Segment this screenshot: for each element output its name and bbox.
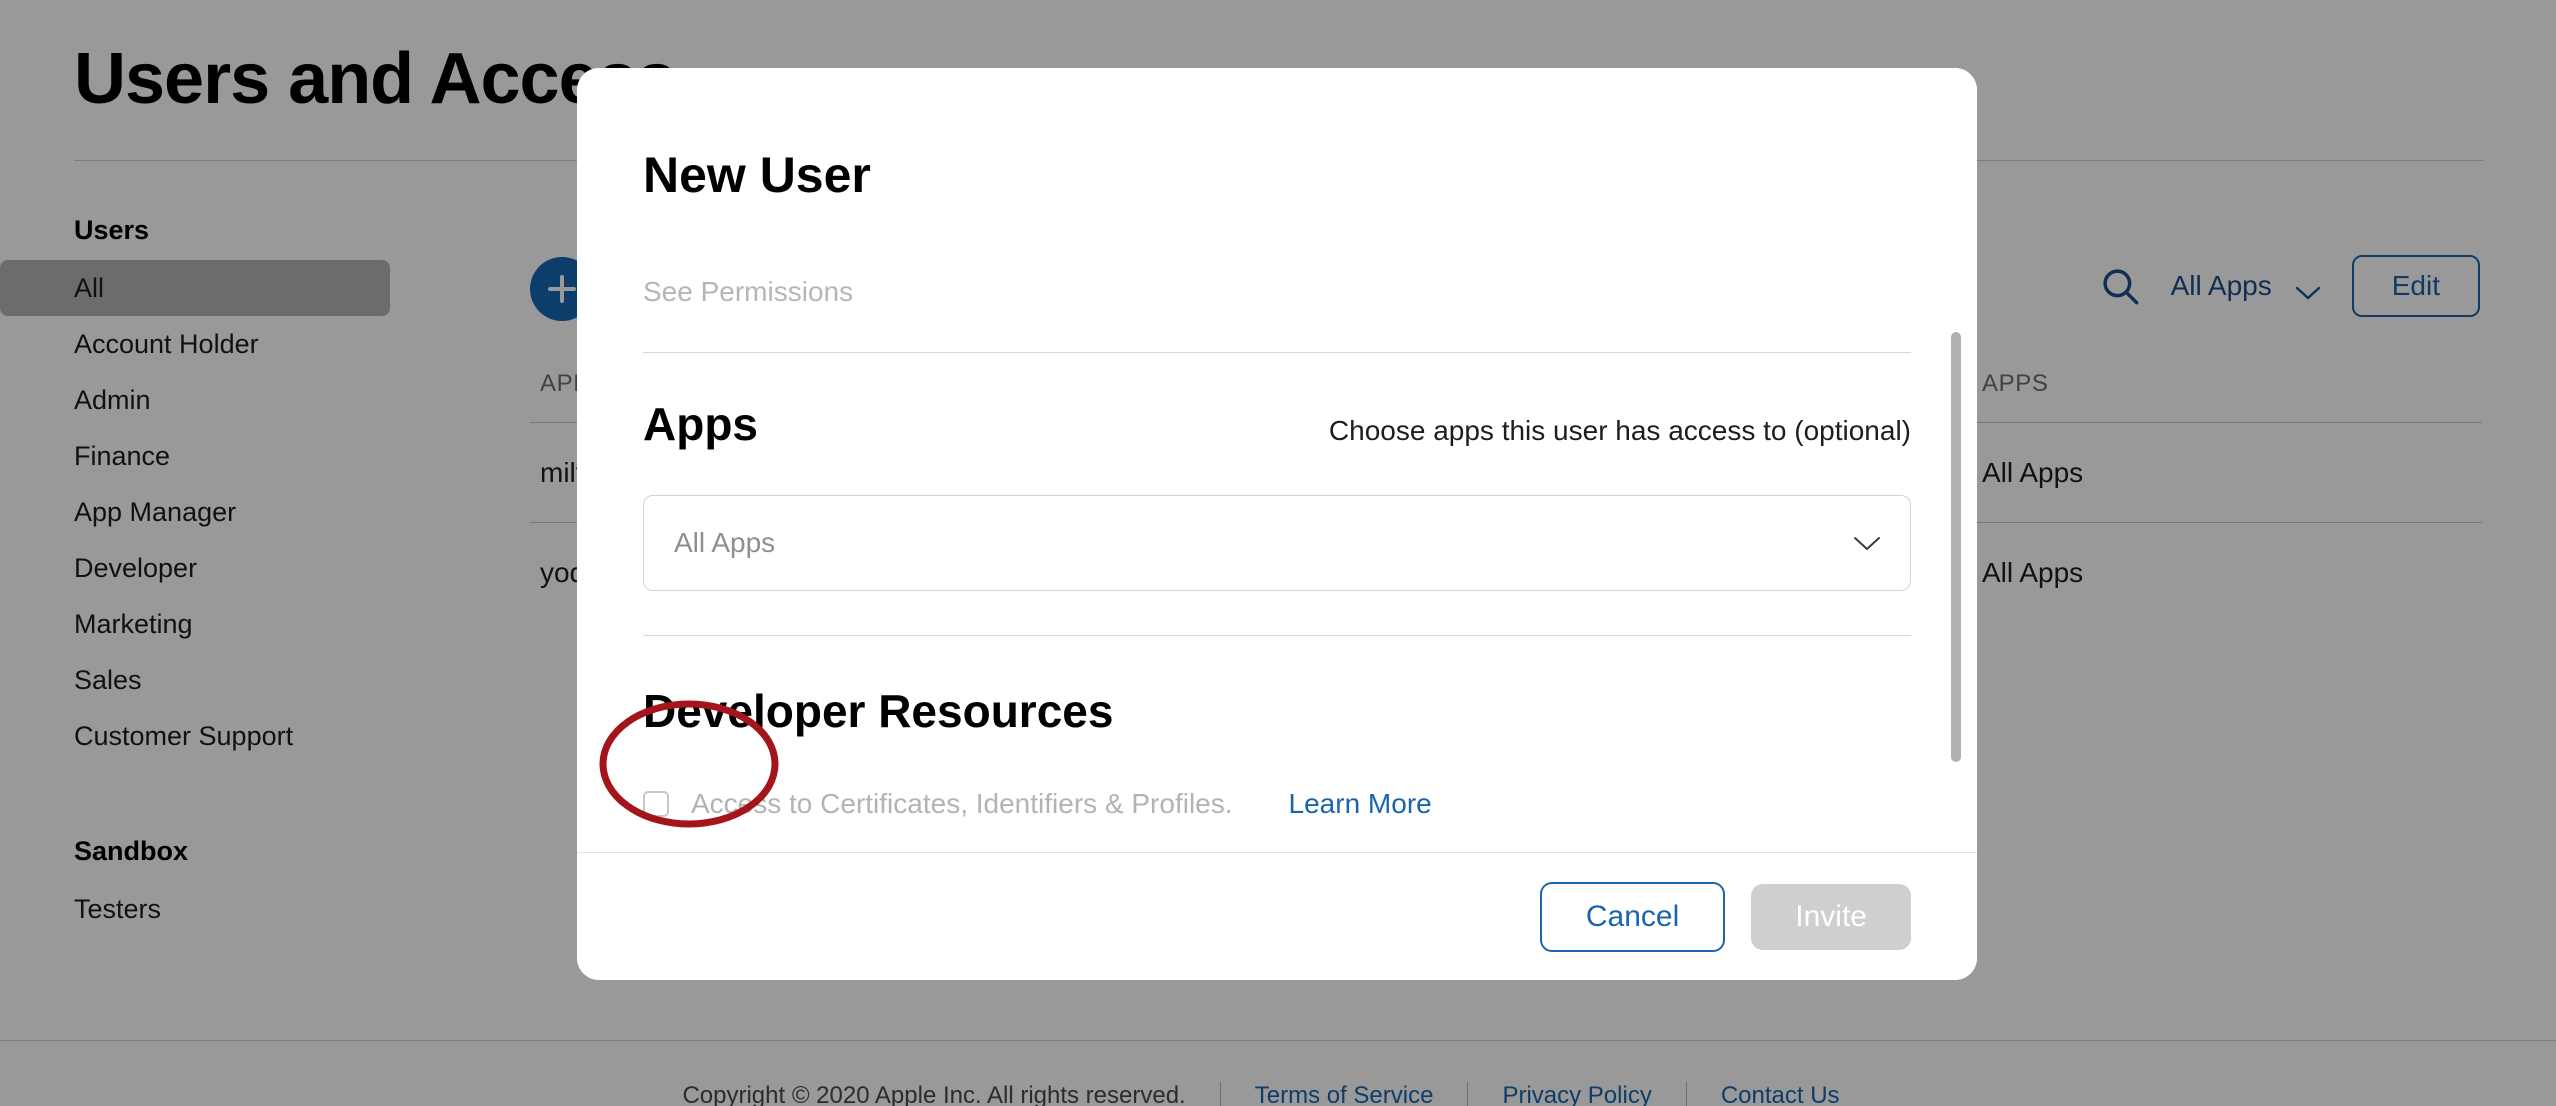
- access-to-certificates-checkbox[interactable]: [643, 791, 669, 817]
- modal-title: New User: [577, 68, 1977, 230]
- new-user-modal: New User Customer Support Marketing See …: [577, 68, 1977, 980]
- chevron-down-icon: [1852, 533, 1882, 553]
- modal-footer: Cancel Invite: [577, 852, 1977, 980]
- section-divider: [643, 352, 1911, 353]
- apps-section-title: Apps: [643, 398, 758, 450]
- modal-body: Customer Support Marketing See Permissio…: [577, 230, 1977, 852]
- cancel-button[interactable]: Cancel: [1539, 881, 1726, 952]
- apps-select-value: All Apps: [674, 527, 776, 558]
- section-divider: [643, 635, 1911, 636]
- invite-button: Invite: [1751, 883, 1911, 950]
- modal-scroll-content: Customer Support Marketing See Permissio…: [643, 230, 1911, 820]
- access-to-certificates-label: Access to Certificates, Identifiers & Pr…: [691, 788, 1233, 819]
- screen: Users and Access Users All Account Holde…: [0, 0, 2556, 1106]
- learn-more-link[interactable]: Learn More: [1289, 788, 1432, 820]
- apps-section-header: Apps Choose apps this user has access to…: [643, 397, 1911, 451]
- apps-select[interactable]: All Apps: [643, 495, 1911, 591]
- developer-resources-title: Developer Resources: [643, 685, 1114, 737]
- developer-access-row: Access to Certificates, Identifiers & Pr…: [643, 788, 1911, 820]
- modal-scrollbar[interactable]: [1951, 234, 1961, 838]
- modal-scrollbar-thumb[interactable]: [1951, 332, 1961, 762]
- apps-section-hint: Choose apps this user has access to (opt…: [1328, 415, 1911, 446]
- see-permissions-link[interactable]: See Permissions: [643, 276, 1911, 308]
